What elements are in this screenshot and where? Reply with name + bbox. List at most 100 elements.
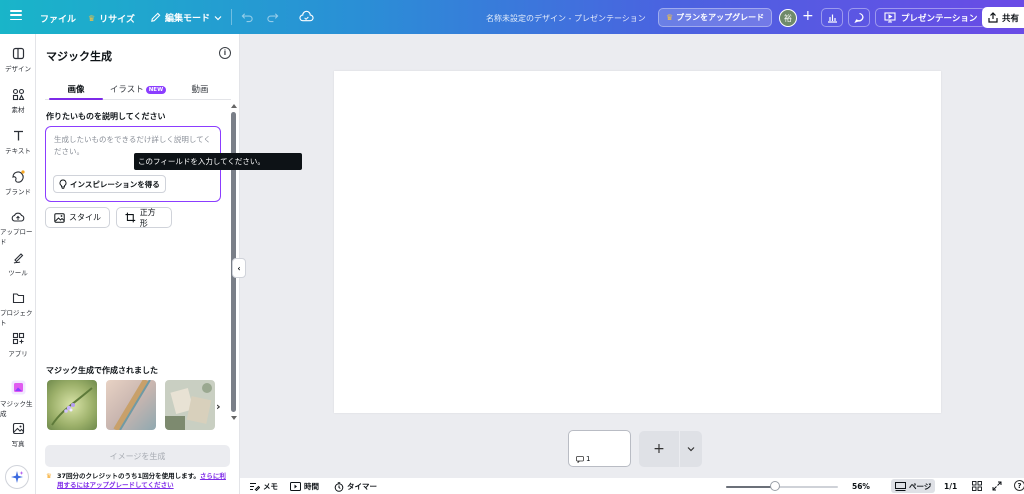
cloud-upload-icon bbox=[11, 212, 25, 222]
rail-item-uploads[interactable]: アップロード bbox=[0, 211, 36, 246]
text-icon bbox=[13, 130, 23, 141]
scrollbar-up-arrow[interactable] bbox=[231, 104, 237, 108]
pages-button[interactable]: ページ bbox=[891, 479, 936, 493]
example-image[interactable] bbox=[47, 380, 97, 430]
tab-label: 画像 bbox=[67, 85, 85, 95]
tab-illustration[interactable]: イラスト NEW bbox=[107, 78, 169, 99]
rail-item-text[interactable]: テキスト bbox=[0, 129, 36, 155]
insights-button[interactable] bbox=[821, 8, 843, 27]
fullscreen-icon[interactable] bbox=[992, 481, 1002, 491]
chevron-down-icon bbox=[214, 15, 222, 20]
edit-mode-dropdown[interactable]: 編集モード bbox=[150, 11, 222, 24]
generate-image-button[interactable]: イメージを生成 bbox=[45, 445, 230, 467]
validation-tooltip: このフィールドを入力してください。 bbox=[134, 153, 302, 170]
style-label: スタイル bbox=[69, 213, 101, 222]
example-image[interactable] bbox=[106, 380, 156, 430]
add-collaborator-icon[interactable]: + bbox=[802, 8, 814, 24]
grid-view-icon[interactable] bbox=[972, 481, 982, 491]
rail-item-photos[interactable]: 写真 bbox=[0, 422, 36, 448]
pages-label: ページ bbox=[909, 481, 932, 491]
rail-item-elements[interactable]: 素材 bbox=[0, 88, 36, 114]
comment-small-icon bbox=[576, 455, 584, 463]
resize-button[interactable]: ♛ リサイズ bbox=[88, 12, 135, 25]
image-style-icon bbox=[54, 212, 65, 223]
rail-label: デザイン bbox=[5, 65, 31, 73]
lightbulb-icon bbox=[59, 179, 67, 189]
chevron-right-icon[interactable]: › bbox=[216, 400, 221, 413]
layout-icon bbox=[12, 47, 24, 60]
rail-item-design[interactable]: デザイン bbox=[0, 47, 36, 73]
chevron-down-icon bbox=[687, 447, 695, 452]
notes-button[interactable]: メモ bbox=[249, 481, 278, 492]
magic-assistant-button[interactable] bbox=[5, 465, 29, 489]
rail-item-apps[interactable]: アプリ bbox=[0, 332, 36, 358]
cloud-sync-icon[interactable] bbox=[299, 10, 314, 23]
page-number: 1 bbox=[576, 455, 590, 463]
panel-tabs: 画像 イラスト NEW 動画 bbox=[45, 78, 231, 100]
rail-item-magic-media[interactable]: マジック生成 bbox=[0, 380, 36, 418]
document-title[interactable]: 名称未設定のデザイン - プレゼンテーション bbox=[486, 13, 646, 24]
inspiration-label: インスピレーションを得る bbox=[70, 179, 160, 189]
magic-media-panel: マジック生成 i 画像 イラスト NEW 動画 作りたいものを説明してください 生… bbox=[36, 34, 240, 494]
tab-video[interactable]: 動画 bbox=[169, 78, 231, 99]
rail-item-brand[interactable]: ブランド bbox=[0, 170, 36, 196]
rail-label: ツール bbox=[8, 269, 28, 277]
aspect-ratio-button[interactable]: 正方形 bbox=[116, 207, 172, 228]
undo-icon[interactable] bbox=[241, 10, 254, 23]
collapse-panel-button[interactable]: ‹ bbox=[232, 258, 246, 278]
hamburger-menu-icon[interactable] bbox=[10, 10, 22, 20]
redo-icon[interactable] bbox=[266, 10, 279, 23]
crop-icon bbox=[125, 212, 136, 223]
play-screen-icon bbox=[290, 482, 301, 491]
pages-icon bbox=[895, 481, 906, 491]
made-with-label: マジック生成で作成されました bbox=[46, 366, 158, 375]
file-menu[interactable]: ファイル bbox=[40, 12, 76, 25]
avatar[interactable]: 裕 bbox=[779, 9, 797, 27]
magic-media-icon bbox=[11, 380, 25, 395]
page-count: 1/1 bbox=[944, 482, 958, 491]
example-image[interactable] bbox=[165, 380, 215, 430]
comments-button[interactable] bbox=[848, 8, 870, 27]
timer-button[interactable]: タイマー bbox=[334, 481, 377, 492]
left-rail: デザイン 素材 テキスト ブランド アップロード ツール プロジェクト アプリ … bbox=[0, 34, 36, 494]
rail-label: マジック生成 bbox=[0, 400, 33, 418]
share-label: 共有 bbox=[1002, 13, 1020, 24]
tab-label: 動画 bbox=[191, 85, 209, 95]
rail-label: ブランド bbox=[5, 188, 31, 196]
share-button[interactable]: 共有 bbox=[982, 7, 1024, 28]
rail-item-projects[interactable]: プロジェクト bbox=[0, 292, 36, 327]
present-label: プレゼンテーション bbox=[901, 13, 978, 24]
rail-label: 写真 bbox=[11, 440, 25, 448]
rail-label: 素材 bbox=[11, 106, 25, 114]
sparkle-icon bbox=[11, 471, 24, 483]
design-canvas[interactable] bbox=[334, 71, 941, 413]
zoom-value[interactable]: 56% bbox=[852, 482, 870, 491]
timing-button[interactable]: 時間 bbox=[290, 481, 319, 492]
page-number-label: 1 bbox=[586, 455, 591, 463]
page-thumbnail[interactable]: 1 bbox=[568, 430, 631, 467]
rail-label: アプリ bbox=[8, 350, 28, 358]
rail-item-draw[interactable]: ツール bbox=[0, 251, 36, 277]
present-button[interactable]: プレゼンテーション bbox=[875, 8, 987, 27]
add-page-options-button[interactable] bbox=[680, 431, 702, 467]
zoom-slider[interactable] bbox=[726, 486, 838, 488]
resize-label: リサイズ bbox=[99, 15, 135, 25]
draw-icon bbox=[13, 253, 23, 264]
comment-icon bbox=[853, 12, 863, 23]
credits-note: ♛ 37回分のクレジットのうち1回分を使用します。さらに利用するにはアップグレー… bbox=[46, 472, 232, 490]
upload-share-icon bbox=[988, 12, 998, 23]
bar-chart-icon bbox=[827, 14, 837, 23]
inspiration-button[interactable]: インスピレーションを得る bbox=[53, 175, 166, 193]
tab-image[interactable]: 画像 bbox=[45, 78, 107, 100]
notes-label: メモ bbox=[263, 482, 278, 491]
brand-icon bbox=[12, 170, 25, 183]
upgrade-button[interactable]: ♛ プランをアップグレード bbox=[658, 8, 773, 27]
info-icon[interactable]: i bbox=[219, 47, 231, 59]
zoom-slider-knob[interactable] bbox=[770, 481, 780, 491]
scrollbar-down-arrow[interactable] bbox=[231, 416, 237, 420]
add-page-button[interactable]: + bbox=[639, 431, 679, 467]
help-icon[interactable]: ? bbox=[1014, 480, 1024, 491]
style-button[interactable]: スタイル bbox=[45, 207, 110, 228]
present-icon bbox=[884, 12, 896, 23]
stopwatch-icon bbox=[334, 481, 344, 492]
